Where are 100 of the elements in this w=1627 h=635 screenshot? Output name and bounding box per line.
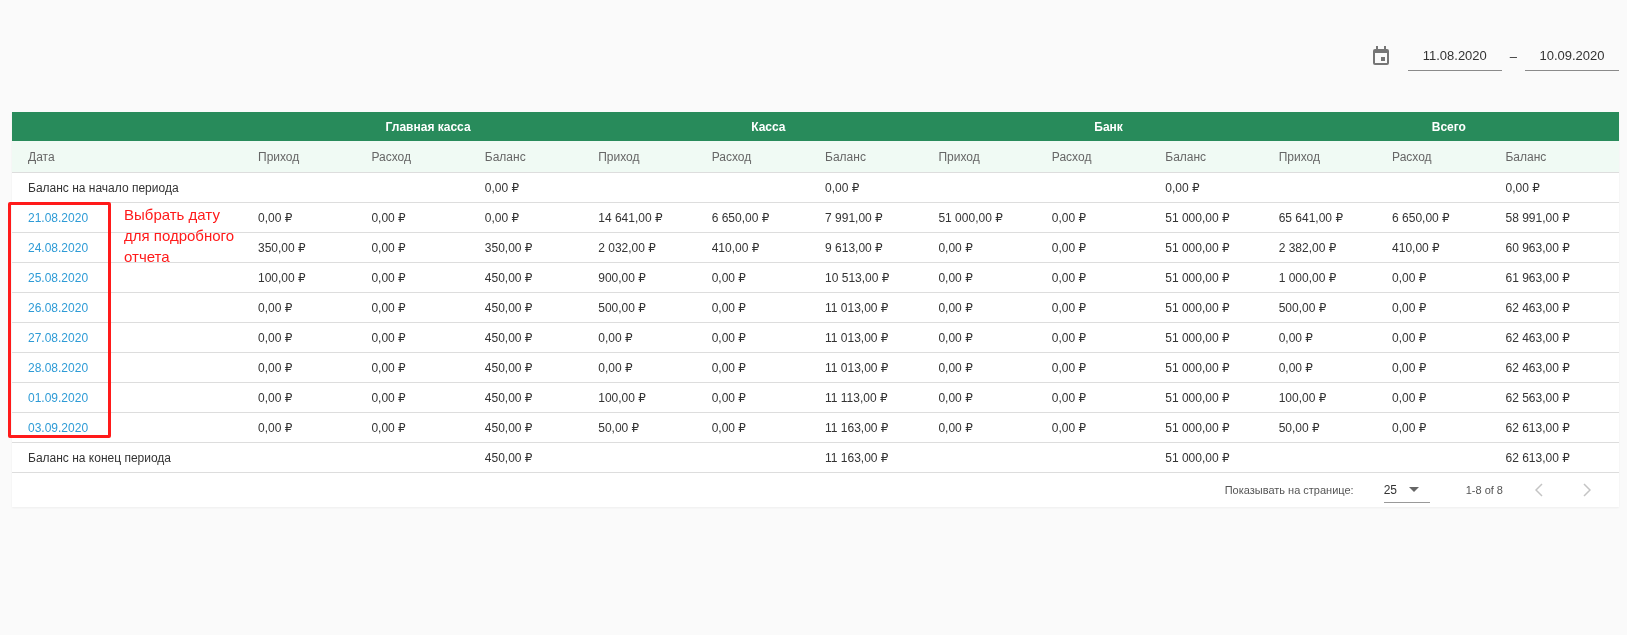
amount-cell: 61 963,00 ₽	[1505, 262, 1619, 293]
column-header: Приход	[938, 141, 1052, 173]
date-link[interactable]: 03.09.2020	[28, 420, 89, 435]
amount-cell: 350,00 ₽	[258, 232, 372, 263]
date-link[interactable]: 24.08.2020	[28, 240, 89, 255]
amount-cell: 0,00 ₽	[1051, 262, 1166, 293]
amount-cell: 450,00 ₽	[484, 322, 599, 353]
amount-cell: 0,00 ₽	[484, 202, 599, 233]
amount-cell: 0,00 ₽	[938, 352, 1052, 383]
amount-cell: 450,00 ₽	[484, 412, 599, 443]
rows-per-page-label: Показывать на странице:	[1224, 484, 1354, 496]
amount-cell: 450,00 ₽	[484, 442, 599, 473]
column-header: Расход	[711, 141, 826, 173]
amount-cell: 0,00 ₽	[1051, 412, 1166, 443]
date-separator: –	[1509, 48, 1517, 64]
amount-cell: 0,00 ₽	[938, 382, 1052, 413]
amount-cell: 11 113,00 ₽	[825, 382, 939, 413]
amount-cell: 0,00 ₽	[258, 352, 372, 383]
amount-cell: 0,00 ₽	[1392, 262, 1506, 293]
amount-cell: 0,00 ₽	[371, 322, 485, 353]
column-header: Расход	[1051, 141, 1166, 173]
caret-icon	[1409, 487, 1420, 492]
amount-cell: 100,00 ₽	[598, 382, 712, 413]
calendar-icon[interactable]	[1371, 46, 1390, 66]
group-header: Главная касса	[258, 112, 599, 141]
amount-cell: 58 991,00 ₽	[1505, 202, 1619, 233]
amount-cell: 0,00 ₽	[598, 352, 712, 383]
date-link[interactable]: 26.08.2020	[28, 300, 89, 315]
end-date-field[interactable]: 10.09.2020	[1525, 41, 1619, 71]
amount-cell: 60 963,00 ₽	[1505, 232, 1619, 263]
amount-cell: 51 000,00 ₽	[1165, 262, 1279, 293]
amount-cell: 11 013,00 ₽	[825, 352, 939, 383]
amount-cell: 62 463,00 ₽	[1505, 352, 1619, 383]
rows-per-page-select[interactable]: 25	[1383, 477, 1430, 503]
start-date-field[interactable]: 11.08.2020	[1407, 41, 1502, 71]
amount-cell: 0,00 ₽	[711, 292, 826, 323]
amount-cell: 410,00 ₽	[711, 232, 826, 263]
amount-cell: 500,00 ₽	[598, 292, 712, 323]
date-link[interactable]: 27.08.2020	[28, 330, 89, 345]
group-header: Касса	[598, 112, 939, 141]
amount-cell: 0,00 ₽	[1392, 382, 1506, 413]
amount-cell: 62 613,00 ₽	[1505, 442, 1619, 473]
amount-cell: 450,00 ₽	[484, 292, 599, 323]
amount-cell: 900,00 ₽	[598, 262, 712, 293]
amount-cell: 350,00 ₽	[484, 232, 599, 263]
amount-cell: 100,00 ₽	[1278, 382, 1393, 413]
amount-cell: 51 000,00 ₽	[938, 202, 1052, 233]
amount-cell: 0,00 ₽	[1051, 202, 1166, 233]
amount-cell: 0,00 ₽	[938, 322, 1052, 353]
column-header: Баланс	[825, 141, 939, 173]
row-label: Баланс на конец периода	[12, 442, 258, 473]
amount-cell: 0,00 ₽	[1278, 322, 1393, 353]
amount-cell: 11 013,00 ₽	[825, 322, 939, 353]
amount-cell: 0,00 ₽	[1505, 172, 1619, 203]
amount-cell: 0,00 ₽	[258, 292, 372, 323]
amount-cell: 0,00 ₽	[258, 412, 372, 443]
row-label: Баланс на начало периода	[12, 172, 258, 203]
group-header: Банк	[938, 112, 1279, 141]
amount-cell: 51 000,00 ₽	[1165, 352, 1279, 383]
amount-cell: 51 000,00 ₽	[1165, 202, 1279, 233]
amount-cell: 450,00 ₽	[484, 382, 599, 413]
amount-cell: 0,00 ₽	[371, 232, 485, 263]
amount-cell: 0,00 ₽	[371, 202, 485, 233]
column-header: Расход	[371, 141, 485, 173]
amount-cell: 0,00 ₽	[1392, 412, 1506, 443]
amount-cell: 50,00 ₽	[1278, 412, 1393, 443]
amount-cell: 0,00 ₽	[258, 382, 372, 413]
amount-cell: 51 000,00 ₽	[1165, 442, 1279, 473]
amount-cell: 11 163,00 ₽	[825, 442, 939, 473]
page-range: 1-8 of 8	[1465, 484, 1503, 496]
amount-cell: 0,00 ₽	[711, 382, 826, 413]
date-link[interactable]: 21.08.2020	[28, 210, 89, 225]
amount-cell: 0,00 ₽	[1051, 352, 1166, 383]
amount-cell: 0,00 ₽	[938, 292, 1052, 323]
amount-cell: 2 382,00 ₽	[1278, 232, 1393, 263]
amount-cell: 0,00 ₽	[1051, 232, 1166, 263]
amount-cell: 0,00 ₽	[825, 172, 939, 203]
amount-cell: 51 000,00 ₽	[1165, 382, 1279, 413]
amount-cell: 50,00 ₽	[598, 412, 712, 443]
amount-cell: 62 563,00 ₽	[1505, 382, 1619, 413]
amount-cell: 0,00 ₽	[1051, 322, 1166, 353]
amount-cell: 51 000,00 ₽	[1165, 412, 1279, 443]
amount-cell: 0,00 ₽	[1278, 352, 1393, 383]
amount-cell: 14 641,00 ₽	[598, 202, 712, 233]
amount-cell: 0,00 ₽	[1051, 292, 1166, 323]
amount-cell: 0,00 ₽	[938, 232, 1052, 263]
amount-cell: 0,00 ₽	[1392, 352, 1506, 383]
chevron-right-icon	[1583, 483, 1591, 497]
amount-cell: 9 613,00 ₽	[825, 232, 939, 263]
amount-cell: 0,00 ₽	[938, 262, 1052, 293]
amount-cell: 62 613,00 ₽	[1505, 412, 1619, 443]
column-header: Приход	[598, 141, 712, 173]
date-link[interactable]: 01.09.2020	[28, 390, 89, 405]
amount-cell: 62 463,00 ₽	[1505, 322, 1619, 353]
column-header: Расход	[1392, 141, 1506, 173]
date-link[interactable]: 25.08.2020	[28, 270, 89, 285]
amount-cell: 410,00 ₽	[1392, 232, 1506, 263]
amount-cell: 51 000,00 ₽	[1165, 292, 1279, 323]
date-link[interactable]: 28.08.2020	[28, 360, 89, 375]
amount-cell: 0,00 ₽	[258, 322, 372, 353]
